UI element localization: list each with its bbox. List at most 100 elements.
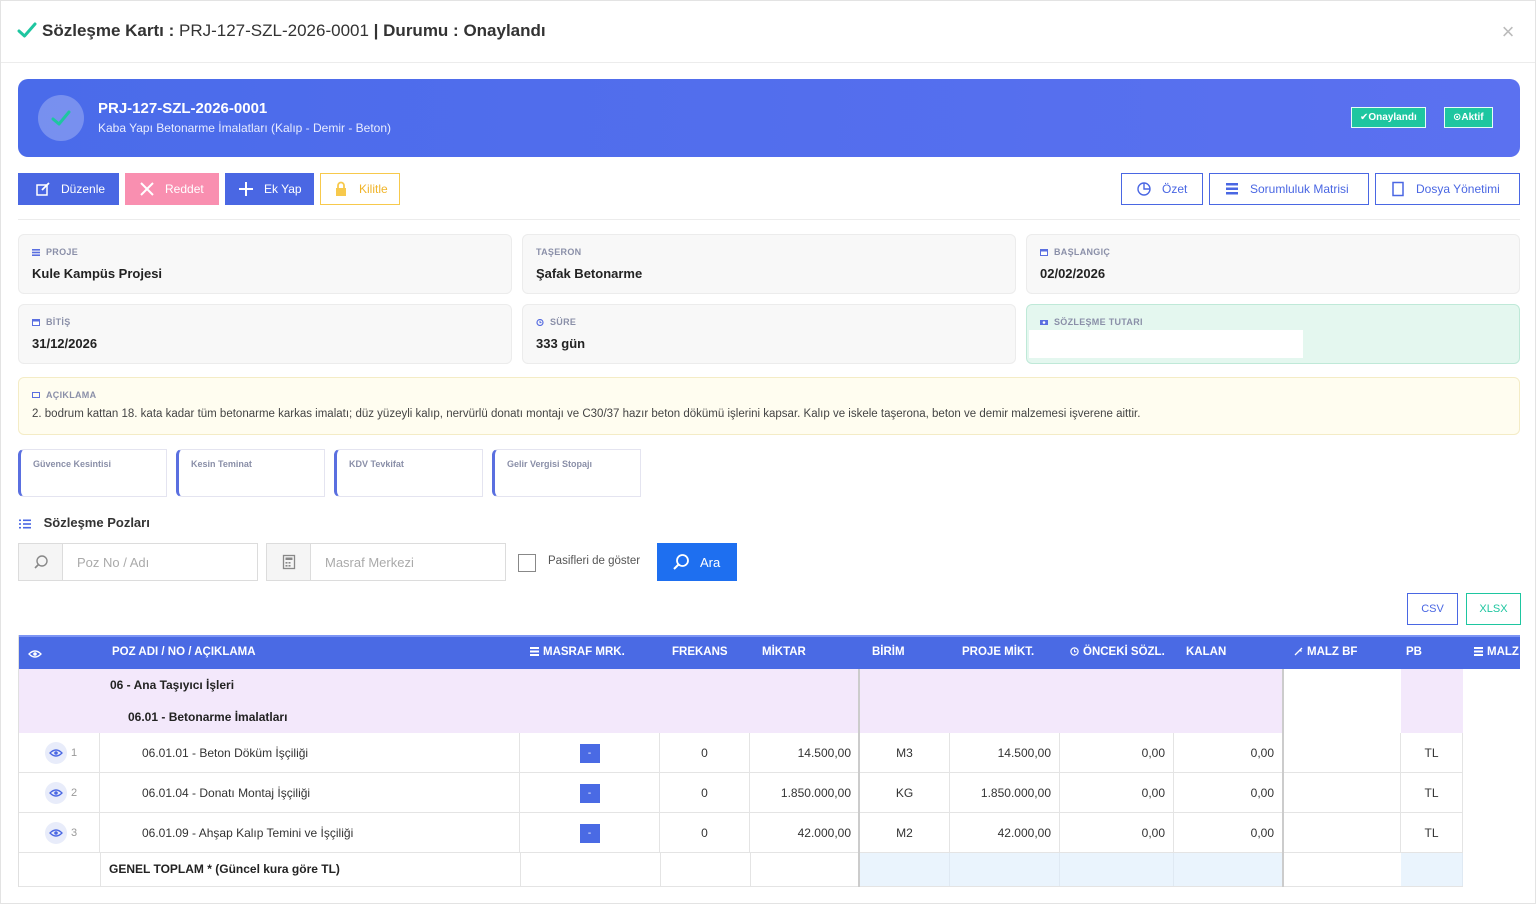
- group-row-level1: 06 - Ana Taşıyıcı İşleri: [19, 669, 1283, 701]
- responsibility-matrix-label: Sorumluluk Matrisi: [1250, 182, 1349, 196]
- row-view-cell: 3: [19, 813, 100, 853]
- start-date-value: 02/02/2026: [1040, 266, 1106, 281]
- csv-export-button[interactable]: CSV: [1407, 593, 1458, 625]
- add-extra-button[interactable]: Ek Yap: [225, 173, 314, 205]
- end-date-card: BİTİŞ 31/12/2026: [18, 304, 512, 364]
- edit-icon: [36, 182, 50, 196]
- active-badge: ⊙Aktif: [1444, 107, 1493, 128]
- row-kalan: 0,00: [1174, 733, 1283, 773]
- cost-center-input[interactable]: [312, 544, 505, 580]
- search-icon: [673, 554, 689, 570]
- summary-button[interactable]: Özet: [1121, 173, 1203, 205]
- row-number: 1: [71, 747, 78, 759]
- col-malzbf-label: MALZ BF: [1307, 646, 1358, 658]
- list-check-icon: [19, 519, 31, 529]
- col-kalan[interactable]: KALAN: [1186, 646, 1226, 658]
- row-miktar: 42.000,00: [750, 813, 860, 853]
- start-date-label: BAŞLANGIÇ: [1054, 247, 1111, 257]
- description-text: 2. bodrum kattan 18. kata kadar tüm beto…: [32, 408, 1141, 420]
- col-frekans[interactable]: FREKANS: [672, 646, 728, 658]
- plus-icon: [239, 182, 253, 196]
- row-kalan: 0,00: [1174, 813, 1283, 853]
- title-separator: |: [368, 21, 384, 40]
- table-row: 2 06.01.04 - Donatı Montaj İşçiliği - 0 …: [19, 773, 1463, 813]
- search-addon: [19, 544, 63, 580]
- row-birim: KG: [860, 773, 950, 813]
- col-onceki[interactable]: ÖNCEKİ SÖZL.: [1070, 646, 1165, 658]
- deduction-income-tax: Gelir Vergisi Stopajı: [492, 449, 641, 497]
- cost-center-select-button[interactable]: -: [579, 783, 600, 803]
- check-icon: [17, 22, 37, 38]
- col-miktar[interactable]: MİKTAR: [762, 646, 806, 658]
- col-poz[interactable]: POZ ADI / NO / AÇIKLAMA: [112, 646, 256, 658]
- cost-center-addon: [267, 544, 311, 580]
- col-onceki-label: ÖNCEKİ SÖZL.: [1083, 646, 1165, 658]
- position-search-input[interactable]: [64, 544, 257, 580]
- row-onceki: 0,00: [1060, 813, 1174, 853]
- table-row: 3 06.01.09 - Ahşap Kalıp Temini ve İşçil…: [19, 813, 1463, 853]
- history-icon: [1070, 647, 1079, 656]
- row-name: 06.01.09 - Ahşap Kalıp Temini ve İşçiliğ…: [100, 813, 520, 853]
- eye-icon[interactable]: [28, 649, 42, 659]
- row-pb: TL: [1401, 813, 1463, 853]
- row-pb: TL: [1401, 773, 1463, 813]
- lock-icon: [336, 181, 346, 196]
- list-icon: [32, 249, 40, 257]
- comment-icon: [32, 392, 40, 399]
- cost-center-group: [266, 543, 506, 581]
- deduction-label: KDV Tevkifat: [349, 459, 404, 469]
- deduction-label: Kesin Teminat: [191, 459, 252, 469]
- contract-description: Kaba Yapı Betonarme İmalatları (Kalıp - …: [98, 121, 392, 135]
- subcontractor-value: Şafak Betonarme: [536, 266, 643, 281]
- cell-divider: [520, 853, 521, 886]
- row-masraf-cell: -: [520, 813, 660, 853]
- lock-button[interactable]: Kilitle: [320, 173, 400, 205]
- show-passive-checkbox[interactable]: [518, 554, 536, 572]
- col-proje[interactable]: PROJE MİKT.: [962, 646, 1034, 658]
- col-masraf[interactable]: MASRAF MRK.: [530, 646, 625, 658]
- description-box: AÇIKLAMA 2. bodrum kattan 18. kata kadar…: [18, 377, 1520, 435]
- file-management-label: Dosya Yönetimi: [1416, 182, 1500, 196]
- calendar-icon: [32, 319, 40, 327]
- col-birim[interactable]: BİRİM: [872, 646, 905, 658]
- search-button[interactable]: Ara: [657, 543, 737, 581]
- subcontractor-card: TAŞERON Şafak Betonarme: [522, 234, 1016, 294]
- row-masraf-cell: -: [520, 733, 660, 773]
- deduction-label: Gelir Vergisi Stopajı: [507, 459, 593, 469]
- modal-header: Sözleşme Kartı : PRJ-127-SZL-2026-0001 |…: [1, 1, 1535, 63]
- row-proje: 42.000,00: [950, 813, 1060, 853]
- row-view-cell: 1: [19, 733, 100, 773]
- row-pb: TL: [1401, 733, 1463, 773]
- pie-chart-icon: [1137, 182, 1151, 196]
- col-malz[interactable]: MALZ: [1474, 646, 1519, 658]
- total-onceki-cell: [1060, 853, 1174, 886]
- reject-button[interactable]: Reddet: [125, 173, 219, 205]
- group-row-level2: 06.01 - Betonarme İmalatları: [19, 701, 1283, 733]
- col-pb[interactable]: PB: [1406, 646, 1422, 658]
- project-value: Kule Kampüs Projesi: [32, 266, 163, 281]
- xlsx-export-button[interactable]: XLSX: [1466, 593, 1521, 625]
- row-view-cell: 2: [19, 773, 100, 813]
- row-name: 06.01.04 - Donatı Montaj İşçiliği: [100, 773, 520, 813]
- cost-center-select-button[interactable]: -: [579, 743, 600, 763]
- row-malzbf: [1283, 813, 1401, 853]
- close-icon[interactable]: ×: [1497, 21, 1519, 43]
- edit-button[interactable]: Düzenle: [18, 173, 119, 205]
- subcontractor-label: TAŞERON: [536, 247, 582, 257]
- eye-icon[interactable]: [45, 822, 67, 844]
- contract-amount-label: SÖZLEŞME TUTARI: [1054, 317, 1143, 327]
- row-number: 3: [71, 827, 78, 839]
- list-icon: [530, 647, 539, 656]
- cell-divider: [100, 853, 101, 886]
- close-icon: [140, 182, 154, 196]
- group-label: 06 - Ana Taşıyıcı İşleri: [110, 678, 235, 692]
- file-management-button[interactable]: Dosya Yönetimi: [1375, 173, 1520, 205]
- table-header: POZ ADI / NO / AÇIKLAMA MASRAF MRK. FREK…: [19, 635, 1520, 669]
- responsibility-matrix-button[interactable]: Sorumluluk Matrisi: [1209, 173, 1369, 205]
- col-malzbf[interactable]: MALZ BF: [1294, 646, 1357, 658]
- eye-icon[interactable]: [45, 782, 67, 804]
- cost-center-select-button[interactable]: -: [579, 823, 600, 843]
- money-icon: [1040, 320, 1048, 326]
- contract-modal: Sözleşme Kartı : PRJ-127-SZL-2026-0001 |…: [0, 0, 1536, 904]
- eye-icon[interactable]: [45, 742, 67, 764]
